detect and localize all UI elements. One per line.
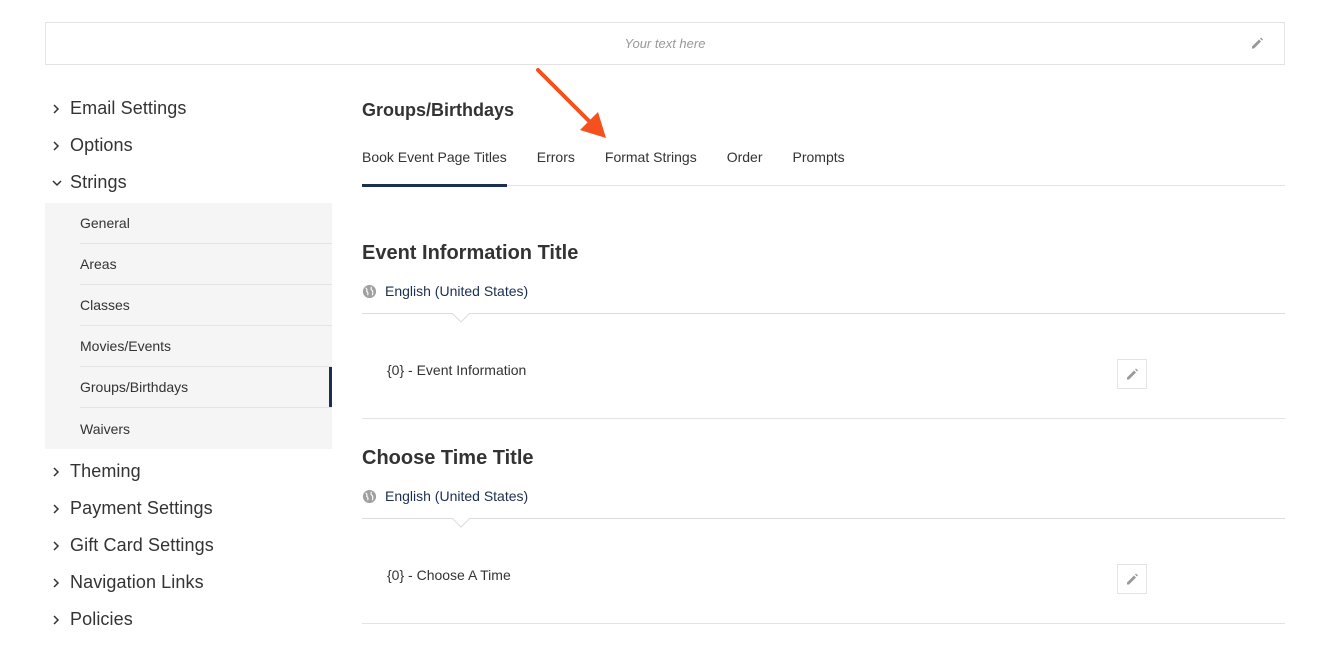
sidebar-item-theming[interactable]: Theming xyxy=(45,453,332,490)
main-content: Groups/Birthdays Book Event Page Titles … xyxy=(362,90,1285,624)
sidebar-item-policies[interactable]: Policies xyxy=(45,601,332,638)
chevron-right-icon xyxy=(51,613,65,627)
sidebar-item-label: Email Settings xyxy=(70,98,187,118)
chevron-right-icon xyxy=(51,465,65,479)
chevron-right-icon xyxy=(51,502,65,516)
chevron-right-icon xyxy=(51,576,65,590)
tab-order[interactable]: Order xyxy=(727,131,763,186)
sidebar-item-label: Gift Card Settings xyxy=(70,535,214,555)
header-placeholder: Your text here xyxy=(624,36,706,51)
submenu-item-areas[interactable]: Areas xyxy=(80,244,332,285)
language-selector[interactable]: English (United States) xyxy=(362,283,1285,299)
strings-submenu: General Areas Classes Movies/Events Grou… xyxy=(45,203,332,449)
edit-button[interactable] xyxy=(1117,359,1147,389)
globe-icon xyxy=(362,489,377,504)
submenu-item-groups-birthdays[interactable]: Groups/Birthdays xyxy=(80,367,332,408)
sidebar-item-label: Theming xyxy=(70,461,141,481)
language-selector[interactable]: English (United States) xyxy=(362,488,1285,504)
pencil-icon xyxy=(1127,368,1138,380)
sidebar-item-email-settings[interactable]: Email Settings xyxy=(45,90,332,127)
tab-book-event-page-titles[interactable]: Book Event Page Titles xyxy=(362,131,507,187)
sidebar-item-label: Strings xyxy=(70,172,127,192)
tab-format-strings[interactable]: Format Strings xyxy=(605,131,697,186)
string-block-event-information: Event Information Title English (United … xyxy=(362,242,1285,419)
sidebar-item-label: Policies xyxy=(70,609,133,629)
block-title: Event Information Title xyxy=(362,242,579,264)
edit-button[interactable] xyxy=(1117,564,1147,594)
language-label: English (United States) xyxy=(385,283,529,299)
chevron-right-icon xyxy=(51,539,65,553)
block-title: Choose Time Title xyxy=(362,447,534,469)
sidebar-item-payment-settings[interactable]: Payment Settings xyxy=(45,490,332,527)
tab-prompts[interactable]: Prompts xyxy=(793,131,845,186)
sidebar-item-label: Payment Settings xyxy=(70,498,213,518)
pencil-icon xyxy=(1127,573,1138,585)
page-title: Groups/Birthdays xyxy=(362,100,515,120)
sidebar-item-label: Navigation Links xyxy=(70,572,204,592)
tab-bar: Book Event Page Titles Errors Format Str… xyxy=(362,131,1285,187)
pencil-icon[interactable] xyxy=(1250,36,1264,55)
submenu-item-general[interactable]: General xyxy=(80,203,332,244)
sidebar-item-gift-card-settings[interactable]: Gift Card Settings xyxy=(45,527,332,564)
string-value-row: {0} - Event Information xyxy=(362,313,1285,419)
submenu-item-classes[interactable]: Classes xyxy=(80,285,332,326)
string-block-choose-time: Choose Time Title English (United States… xyxy=(362,447,1285,624)
submenu-item-movies-events[interactable]: Movies/Events xyxy=(80,326,332,367)
chevron-right-icon xyxy=(51,102,65,116)
sidebar-item-options[interactable]: Options xyxy=(45,127,332,164)
string-value: {0} - Choose A Time xyxy=(387,567,511,583)
header-text-bar[interactable]: Your text here xyxy=(45,22,1285,65)
sidebar-item-strings[interactable]: Strings xyxy=(45,164,332,201)
annotation-arrow-icon xyxy=(536,68,606,138)
language-label: English (United States) xyxy=(385,488,529,504)
submenu-item-waivers[interactable]: Waivers xyxy=(80,408,332,449)
pointer-notch xyxy=(452,518,470,528)
sidebar-item-label: Options xyxy=(70,135,133,155)
pointer-notch xyxy=(452,313,470,323)
sidebar-item-navigation-links[interactable]: Navigation Links xyxy=(45,564,332,601)
string-value: {0} - Event Information xyxy=(387,362,527,378)
sidebar: Email Settings Options Strings General A… xyxy=(45,90,332,638)
chevron-down-icon xyxy=(51,176,65,190)
string-value-row: {0} - Choose A Time xyxy=(362,518,1285,624)
globe-icon xyxy=(362,284,377,299)
chevron-right-icon xyxy=(51,139,65,153)
